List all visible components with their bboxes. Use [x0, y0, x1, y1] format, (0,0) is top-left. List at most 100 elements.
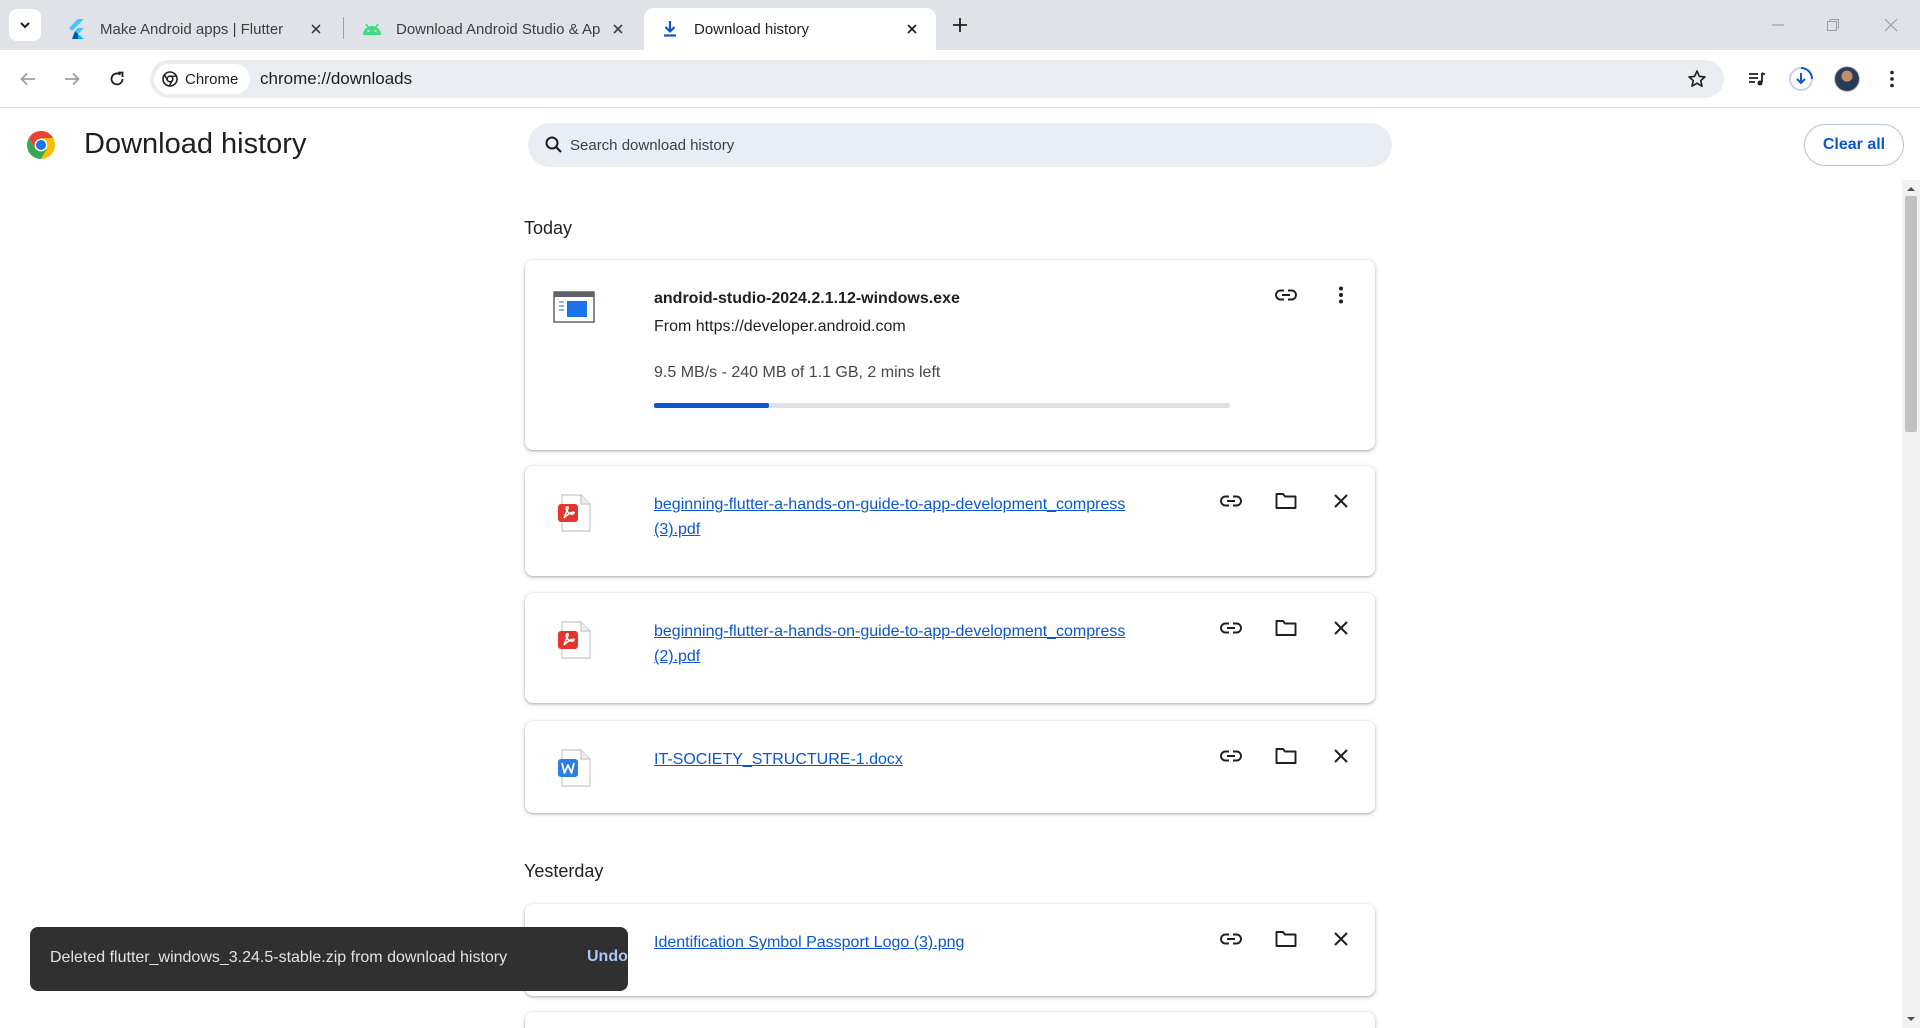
chrome-menu-button[interactable] — [1876, 63, 1908, 95]
clear-all-button[interactable]: Clear all — [1804, 124, 1904, 166]
minimize-icon — [1772, 24, 1784, 26]
close-icon — [1884, 18, 1898, 32]
show-in-folder-button[interactable] — [1269, 922, 1303, 956]
download-icon — [660, 19, 680, 39]
copy-link-button[interactable] — [1214, 922, 1248, 956]
file-name-link[interactable]: Identification Symbol Passport Logo (3).… — [654, 930, 1174, 955]
more-vert-icon — [1339, 286, 1343, 304]
file-name-link[interactable]: beginning-flutter-a-hands-on-guide-to-ap… — [654, 619, 1174, 669]
file-name-line2: (3).pdf — [654, 521, 701, 538]
file-name-line1: IT-SOCIETY_STRUCTURE-1.docx — [654, 751, 903, 768]
close-icon — [1334, 932, 1348, 946]
link-icon — [1275, 289, 1297, 301]
search-box[interactable] — [528, 123, 1392, 167]
copy-link-button[interactable] — [1214, 484, 1248, 518]
search-input[interactable] — [570, 123, 1370, 167]
exe-file-icon — [553, 286, 595, 328]
pdf-file-icon — [553, 619, 595, 661]
section-yesterday: Yesterday — [524, 861, 604, 881]
folder-icon — [1275, 620, 1297, 636]
media-controls-button[interactable] — [1741, 63, 1773, 95]
folder-icon — [1275, 748, 1297, 764]
chevron-down-icon — [20, 22, 30, 29]
file-name: android-studio-2024.2.1.12-windows.exe — [654, 290, 960, 307]
word-file-icon — [553, 747, 595, 789]
folder-icon — [1275, 931, 1297, 947]
scroll-up-arrow-icon[interactable] — [1906, 184, 1916, 194]
android-icon — [362, 19, 382, 39]
toast-message: Deleted flutter_windows_3.24.5-stable.zi… — [50, 949, 508, 966]
url-text[interactable]: chrome://downloads — [260, 60, 412, 98]
page-title: Download history — [84, 128, 307, 160]
close-icon[interactable] — [902, 19, 922, 39]
undo-button[interactable]: Undo — [587, 948, 628, 966]
show-in-folder-button[interactable] — [1269, 611, 1303, 645]
reload-icon — [110, 71, 124, 86]
profile-avatar[interactable] — [1834, 66, 1860, 92]
forward-button[interactable] — [56, 63, 88, 95]
download-status: 9.5 MB/s - 240 MB of 1.1 GB, 2 mins left — [654, 364, 941, 381]
download-item: IT-SOCIETY_STRUCTURE-1.docx — [525, 721, 1375, 813]
remove-button[interactable] — [1324, 739, 1358, 773]
close-icon[interactable] — [306, 19, 326, 39]
plus-icon — [953, 18, 967, 32]
copy-link-button[interactable] — [1214, 739, 1248, 773]
tab-android-studio[interactable]: Download Android Studio & Ap — [346, 8, 642, 50]
remove-button[interactable] — [1324, 611, 1358, 645]
tab-flutter[interactable]: Make Android apps | Flutter — [50, 8, 340, 50]
section-today: Today — [524, 218, 573, 238]
address-bar[interactable]: Chrome chrome://downloads — [150, 60, 1724, 98]
file-name-line1: Identification Symbol Passport Logo (3).… — [654, 934, 965, 951]
chrome-icon — [162, 71, 178, 87]
tab-download-history[interactable]: Download history — [644, 8, 936, 50]
tab-title: Download history — [694, 20, 810, 38]
new-tab-button[interactable] — [946, 11, 974, 39]
from-label: From — [654, 318, 692, 335]
file-name-link[interactable]: beginning-flutter-a-hands-on-guide-to-ap… — [654, 492, 1174, 542]
restore-icon — [1827, 19, 1839, 31]
close-icon[interactable] — [608, 19, 628, 39]
bookmark-button[interactable] — [1682, 64, 1712, 94]
download-progress-icon — [1789, 67, 1813, 91]
reload-button[interactable] — [101, 63, 133, 95]
site-info-chip[interactable]: Chrome — [154, 64, 251, 94]
toast-notification: Deleted flutter_windows_3.24.5-stable.zi… — [30, 927, 628, 991]
link-icon — [1220, 495, 1242, 507]
minimize-button[interactable] — [1763, 10, 1793, 40]
back-button[interactable] — [12, 63, 44, 95]
link-icon — [1220, 750, 1242, 762]
chip-label: Chrome — [185, 70, 239, 88]
download-item: beginning-flutter-a-hands-on-guide-to-ap… — [525, 466, 1375, 576]
remove-button[interactable] — [1324, 922, 1358, 956]
link-icon — [1220, 933, 1242, 945]
link-icon — [1220, 622, 1242, 634]
downloads-button[interactable] — [1785, 63, 1817, 95]
source-url[interactable]: https://developer.android.com — [696, 318, 906, 335]
show-in-folder-button[interactable] — [1269, 739, 1303, 773]
file-name-link[interactable]: IT-SOCIETY_STRUCTURE-1.docx — [654, 747, 1174, 772]
download-item — [525, 1012, 1375, 1028]
remove-button[interactable] — [1324, 484, 1358, 518]
tab-divider — [343, 17, 344, 39]
file-name-line1: beginning-flutter-a-hands-on-guide-to-ap… — [654, 496, 1126, 513]
folder-icon — [1275, 493, 1297, 509]
file-name-line1: beginning-flutter-a-hands-on-guide-to-ap… — [654, 623, 1126, 640]
download-item: beginning-flutter-a-hands-on-guide-to-ap… — [525, 593, 1375, 703]
tab-search-button[interactable] — [9, 9, 41, 41]
tab-title: Make Android apps | Flutter — [100, 20, 284, 38]
close-icon — [1334, 749, 1348, 763]
scroll-down-arrow-icon[interactable] — [1906, 1014, 1916, 1024]
window-close-button[interactable] — [1876, 10, 1906, 40]
close-icon — [1334, 494, 1348, 508]
chrome-logo-icon — [27, 131, 55, 159]
scrollbar-thumb[interactable] — [1905, 196, 1917, 432]
tab-title: Download Android Studio & Ap — [396, 20, 601, 38]
more-actions-button[interactable] — [1324, 278, 1358, 312]
download-progress-fill — [654, 403, 770, 408]
restore-button[interactable] — [1818, 10, 1848, 40]
copy-link-button[interactable] — [1214, 611, 1248, 645]
copy-link-button[interactable] — [1269, 278, 1303, 312]
page-scrollbar[interactable] — [1902, 180, 1920, 1028]
show-in-folder-button[interactable] — [1269, 484, 1303, 518]
file-name-line2: (2).pdf — [654, 648, 701, 665]
